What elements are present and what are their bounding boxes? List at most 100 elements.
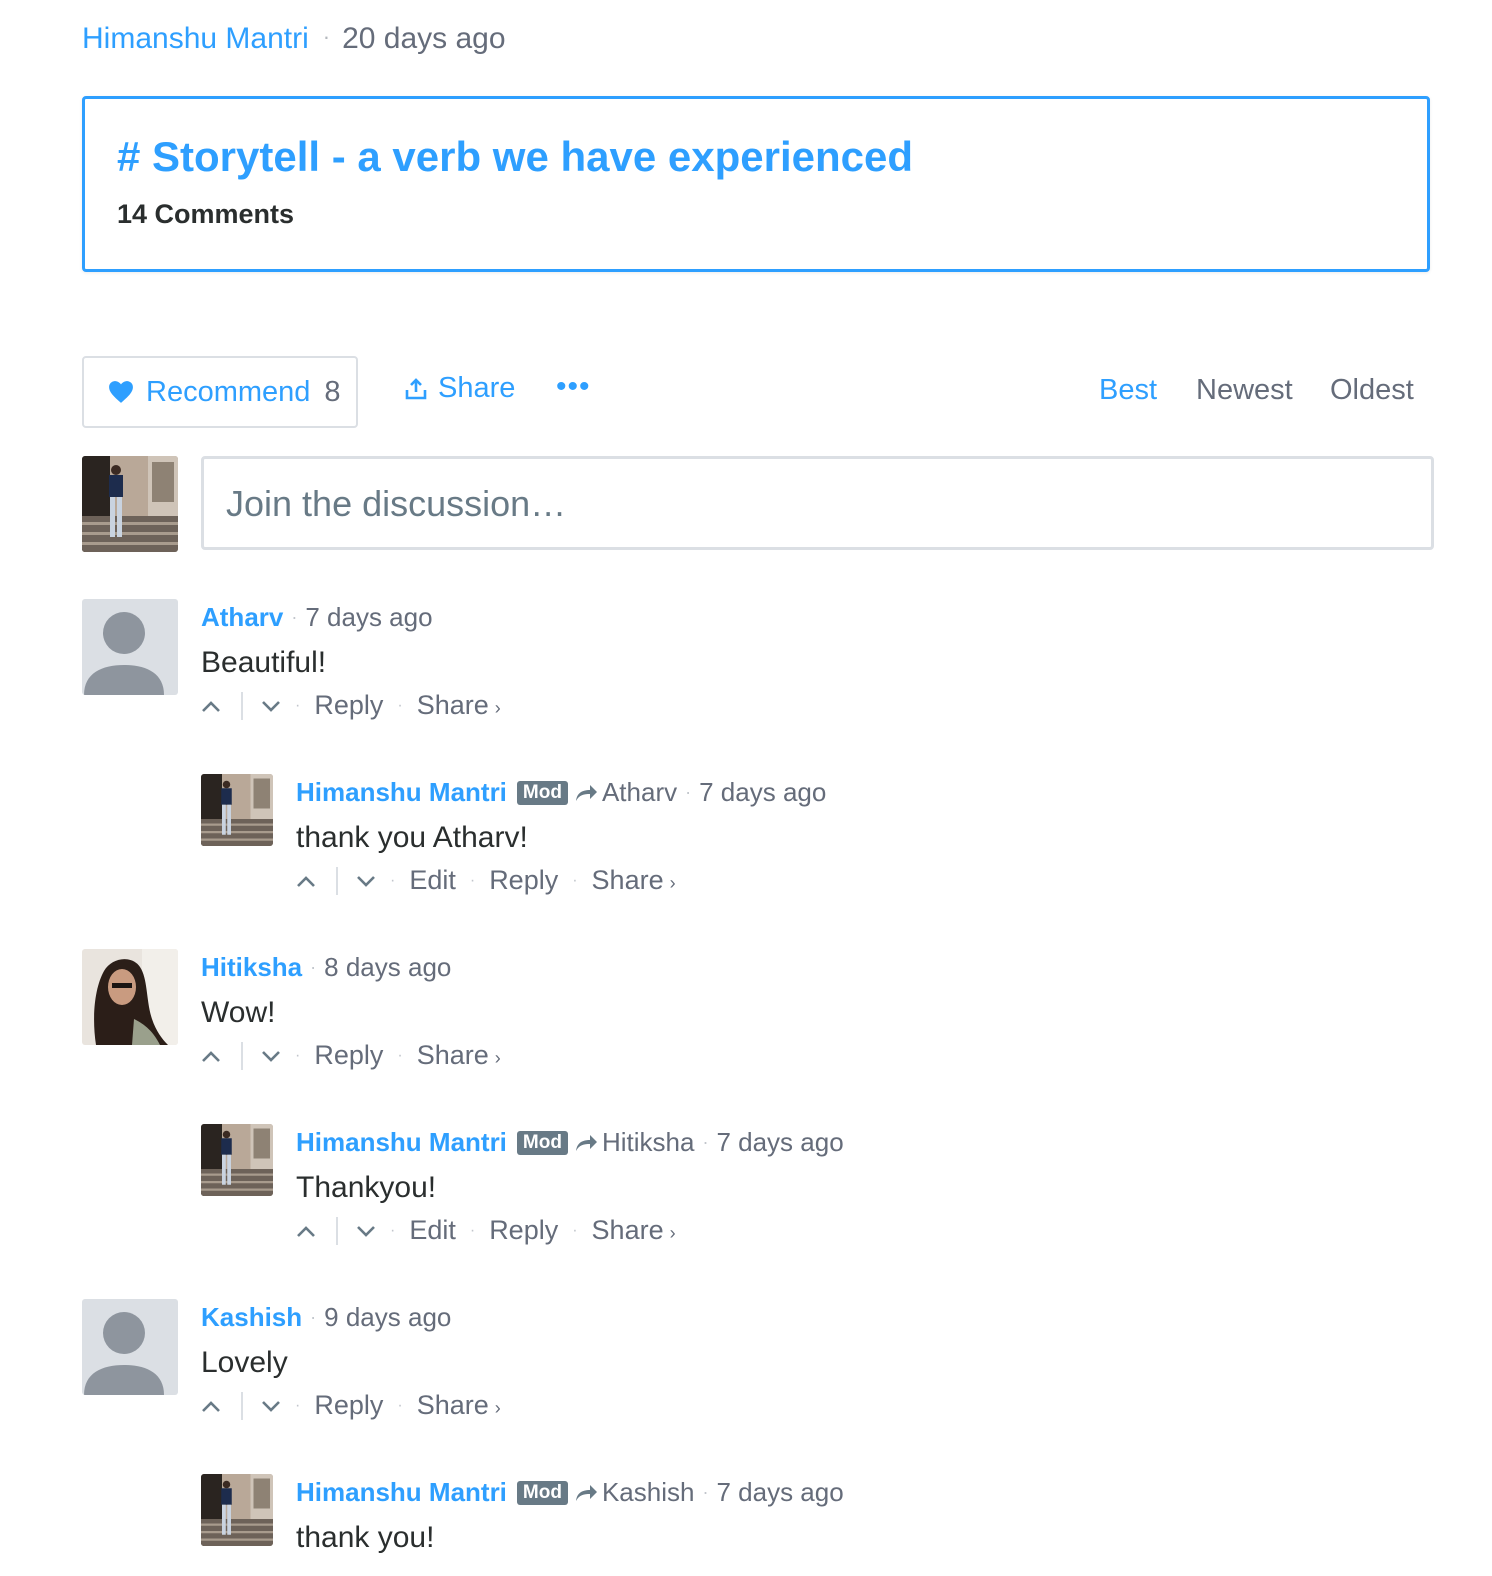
downvote-button[interactable] xyxy=(356,1224,376,1238)
chevron-down-icon xyxy=(357,1225,375,1237)
action-dot: · xyxy=(390,1221,396,1239)
comment-time[interactable]: 7 days ago xyxy=(716,1127,843,1158)
comment-time[interactable]: 7 days ago xyxy=(716,1477,843,1508)
share-comment-button[interactable]: Share › xyxy=(592,865,676,896)
reply-to-user[interactable]: Atharv xyxy=(602,777,677,808)
edit-button[interactable]: Edit xyxy=(409,865,456,896)
share-label: Share xyxy=(591,1215,664,1245)
comment-actions: · Reply · Share › xyxy=(201,1390,501,1421)
comment-actions: · Edit · Reply · Share › xyxy=(296,1215,676,1246)
edit-button[interactable]: Edit xyxy=(409,1215,456,1246)
tab-best[interactable]: Best xyxy=(1099,374,1157,407)
default-avatar[interactable] xyxy=(82,1299,178,1395)
chevron-right-icon: › xyxy=(494,1398,501,1418)
recommend-count: 8 xyxy=(324,375,341,408)
reply-button[interactable]: Reply xyxy=(314,690,383,721)
upvote-button[interactable] xyxy=(201,1399,221,1413)
comment-author[interactable]: Atharv xyxy=(201,602,283,633)
action-dot: · xyxy=(397,1396,403,1414)
upvote-button[interactable] xyxy=(201,699,221,713)
reply-button[interactable]: Reply xyxy=(314,1390,383,1421)
comment-text: Beautiful! xyxy=(201,646,327,679)
comment-actions: · Edit · Reply · Share › xyxy=(296,865,676,896)
comment-author[interactable]: Hitiksha xyxy=(201,952,302,983)
photo-avatar[interactable] xyxy=(201,1124,273,1196)
post-time: 20 days ago xyxy=(342,22,506,55)
vote-divider xyxy=(336,1216,338,1245)
more-options-button[interactable]: ••• xyxy=(556,370,591,404)
action-dot: · xyxy=(295,696,301,714)
reply-button[interactable]: Reply xyxy=(489,865,558,896)
comment-time[interactable]: 7 days ago xyxy=(699,777,826,808)
comment-actions: · Reply · Share › xyxy=(201,690,501,721)
chevron-down-icon xyxy=(262,1400,280,1412)
comment-meta: Hitiksha · 8 days ago xyxy=(201,952,451,983)
share-label: Share xyxy=(438,372,516,404)
action-dot: · xyxy=(397,696,403,714)
reply-button[interactable]: Reply xyxy=(489,1215,558,1246)
meta-separator: · xyxy=(685,782,692,802)
tab-oldest[interactable]: Oldest xyxy=(1330,374,1414,407)
comment-meta: Atharv · 7 days ago xyxy=(201,602,433,633)
downvote-button[interactable] xyxy=(261,1049,281,1063)
share-comment-button[interactable]: Share › xyxy=(417,1040,501,1071)
comment-author[interactable]: Himanshu Mantri xyxy=(296,777,507,808)
action-dot: · xyxy=(295,1396,301,1414)
downvote-button[interactable] xyxy=(261,1399,281,1413)
downvote-button[interactable] xyxy=(261,699,281,713)
thread-title[interactable]: # Storytell - a verb we have experienced xyxy=(117,133,913,181)
downvote-button[interactable] xyxy=(356,874,376,888)
post-author-link[interactable]: Himanshu Mantri xyxy=(82,22,309,55)
reply-to-user[interactable]: Hitiksha xyxy=(602,1127,694,1158)
comment-author[interactable]: Himanshu Mantri xyxy=(296,1127,507,1158)
reply-button[interactable]: Reply xyxy=(314,1040,383,1071)
comment-meta: Himanshu Mantri Mod Kashish · 7 days ago xyxy=(296,1477,844,1508)
mod-badge: Mod xyxy=(516,1480,568,1505)
vote-divider xyxy=(241,691,243,720)
comment-time[interactable]: 9 days ago xyxy=(324,1302,451,1333)
comment-text: thank you Atharv! xyxy=(296,821,528,854)
share-comment-button[interactable]: Share › xyxy=(417,690,501,721)
recommend-button[interactable]: Recommend 8 xyxy=(82,356,358,428)
comment-text: Thankyou! xyxy=(296,1171,437,1204)
reply-arrow-icon xyxy=(575,1484,597,1501)
comment-time[interactable]: 7 days ago xyxy=(305,602,432,633)
upvote-button[interactable] xyxy=(296,1224,316,1238)
upvote-button[interactable] xyxy=(296,874,316,888)
chevron-right-icon: › xyxy=(494,1048,501,1068)
post-header: Himanshu Mantri · 20 days ago xyxy=(82,22,506,56)
share-label: Share xyxy=(591,865,664,895)
upvote-button[interactable] xyxy=(201,1049,221,1063)
share-upload-icon xyxy=(405,377,427,399)
comment-author[interactable]: Kashish xyxy=(201,1302,302,1333)
share-label: Share xyxy=(416,1040,489,1070)
meta-separator: · xyxy=(702,1132,709,1152)
join-discussion-input[interactable]: Join the discussion… xyxy=(201,456,1434,550)
photo-avatar[interactable] xyxy=(201,1474,273,1546)
comment-time[interactable]: 8 days ago xyxy=(324,952,451,983)
default-avatar[interactable] xyxy=(82,599,178,695)
current-user-avatar[interactable] xyxy=(82,456,178,552)
chevron-down-icon xyxy=(262,1050,280,1062)
share-label: Share xyxy=(416,690,489,720)
chevron-up-icon xyxy=(297,875,315,887)
meta-separator: · xyxy=(310,1307,317,1327)
action-dot: · xyxy=(572,1221,578,1239)
action-dot: · xyxy=(469,1221,476,1239)
share-comment-button[interactable]: Share › xyxy=(417,1390,501,1421)
comment-author[interactable]: Himanshu Mantri xyxy=(296,1477,507,1508)
photo-avatar[interactable] xyxy=(82,949,178,1045)
vote-divider xyxy=(336,866,338,895)
meta-separator: · xyxy=(291,607,298,627)
chevron-down-icon xyxy=(357,875,375,887)
reply-to-user[interactable]: Kashish xyxy=(602,1477,695,1508)
action-dot: · xyxy=(469,871,476,889)
share-thread-button[interactable]: Share xyxy=(404,372,515,405)
tab-newest[interactable]: Newest xyxy=(1196,374,1293,407)
photo-avatar[interactable] xyxy=(201,774,273,846)
action-dot: · xyxy=(397,1046,403,1064)
comment-actions: · Reply · Share › xyxy=(201,1040,501,1071)
action-dot: · xyxy=(295,1046,301,1064)
share-comment-button[interactable]: Share › xyxy=(592,1215,676,1246)
action-dot: · xyxy=(572,871,578,889)
